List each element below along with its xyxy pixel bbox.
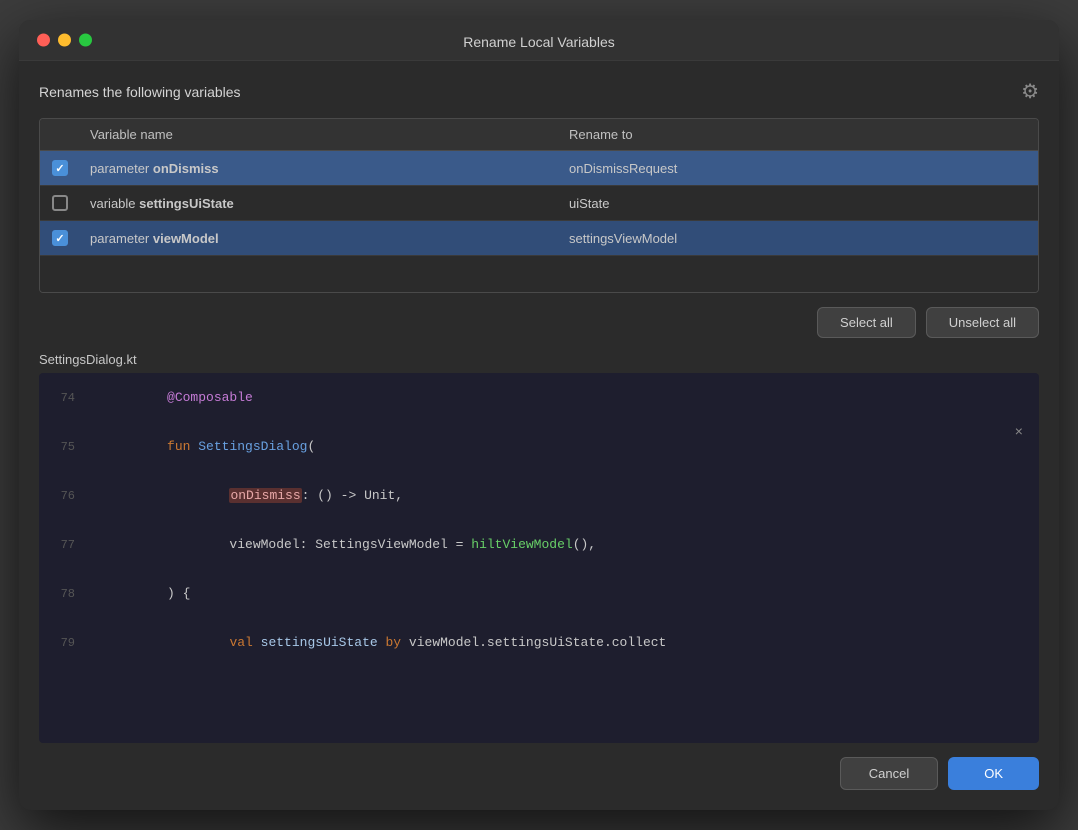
row-1-checkbox-cell (40, 151, 80, 185)
code-line-75: 75 fun SettingsDialog( (39, 422, 1039, 471)
table-row[interactable]: parameter onDismiss onDismissRequest (40, 151, 1038, 186)
minimize-button[interactable] (58, 34, 71, 47)
col-header-variable-name: Variable name (80, 119, 559, 150)
line-num-77: 77 (39, 538, 89, 552)
header-row: Renames the following variables ⚙ (39, 79, 1039, 104)
ok-button[interactable]: OK (948, 757, 1039, 790)
table-row[interactable]: parameter viewModel settingsViewModel (40, 221, 1038, 256)
select-all-button[interactable]: Select all (817, 307, 916, 338)
unselect-all-button[interactable]: Unselect all (926, 307, 1039, 338)
maximize-button[interactable] (79, 34, 92, 47)
line-code-76: onDismiss: () -> Unit, (89, 473, 1039, 518)
row-3-checkbox[interactable] (52, 230, 68, 246)
code-line-74: 74 @Composable (39, 373, 1039, 422)
code-editor: 74 @Composable 75 fun SettingsDialog( 76… (39, 373, 1039, 743)
table-row[interactable]: variable settingsUiState uiState (40, 186, 1038, 221)
close-button[interactable] (37, 34, 50, 47)
row-3-variable-name: parameter viewModel (80, 221, 559, 255)
dialog-content: Renames the following variables ⚙ Variab… (19, 61, 1059, 810)
settings-gear-icon[interactable]: ⚙ (1021, 79, 1039, 104)
row-2-rename-to: uiState (559, 186, 1038, 220)
dialog-title: Rename Local Variables (463, 34, 615, 50)
file-label: SettingsDialog.kt (39, 352, 1039, 367)
line-num-74: 74 (39, 391, 89, 405)
table-action-buttons: Select all Unselect all (39, 307, 1039, 338)
table-header: Variable name Rename to (40, 119, 1038, 151)
line-code-74: @Composable (89, 375, 1039, 420)
row-1-rename-to: onDismissRequest (559, 151, 1038, 185)
title-bar: Rename Local Variables (19, 20, 1059, 61)
row-2-checkbox-cell (40, 186, 80, 220)
line-code-77: viewModel: SettingsViewModel = hiltViewM… (89, 522, 1039, 567)
col-header-rename-to: Rename to (559, 119, 1038, 150)
line-num-75: 75 (39, 440, 89, 454)
row-2-variable-name: variable settingsUiState (80, 186, 559, 220)
line-code-78: ) { (89, 571, 1039, 616)
traffic-lights (37, 34, 92, 47)
variables-table: Variable name Rename to parameter onDism… (39, 118, 1039, 293)
action-buttons: Cancel OK (39, 743, 1039, 794)
table-empty-row (40, 256, 1038, 292)
code-line-79: 79 val settingsUiState by viewModel.sett… (39, 618, 1039, 667)
line-code-75: fun SettingsDialog( (89, 424, 1039, 469)
col-header-checkbox (40, 119, 80, 150)
close-highlight-icon[interactable]: × (1015, 425, 1023, 441)
header-description: Renames the following variables (39, 84, 241, 100)
code-line-78: 78 ) { (39, 569, 1039, 618)
row-3-rename-to: settingsViewModel (559, 221, 1038, 255)
code-line-76: 76 onDismiss: () -> Unit, × (39, 471, 1039, 520)
row-2-checkbox[interactable] (52, 195, 68, 211)
row-3-checkbox-cell (40, 221, 80, 255)
line-num-76: 76 (39, 489, 89, 503)
line-code-79: val settingsUiState by viewModel.setting… (89, 620, 1039, 665)
rename-local-variables-dialog: Rename Local Variables Renames the follo… (19, 20, 1059, 810)
row-1-checkbox[interactable] (52, 160, 68, 176)
row-1-variable-name: parameter onDismiss (80, 151, 559, 185)
line-num-78: 78 (39, 587, 89, 601)
line-num-79: 79 (39, 636, 89, 650)
cancel-button[interactable]: Cancel (840, 757, 938, 790)
code-line-77: 77 viewModel: SettingsViewModel = hiltVi… (39, 520, 1039, 569)
